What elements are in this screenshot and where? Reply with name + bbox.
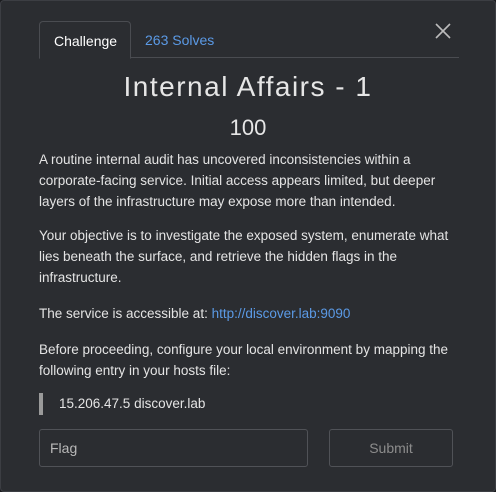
hosts-instruction: Before proceeding, configure your local … [39,342,448,378]
service-paragraph: The service is accessible at: http://dis… [39,303,459,324]
description-paragraph-2: Your objective is to investigate the exp… [39,228,449,285]
submit-button[interactable]: Submit [329,429,453,467]
hosts-entry-blockquote: 15.206.47.5 discover.lab [39,393,205,415]
challenge-tabs: Challenge 263 Solves [39,21,459,59]
challenge-points: 100 [229,115,267,140]
challenge-modal: Challenge 263 Solves Internal Affairs - … [0,0,496,492]
description-paragraph-1: A routine internal audit has uncovered i… [39,152,436,209]
tab-challenge[interactable]: Challenge [39,21,131,59]
service-label: The service is accessible at: [39,306,212,321]
challenge-title: Internal Affairs - 1 [123,71,373,102]
tab-solves[interactable]: 263 Solves [131,21,228,59]
service-link[interactable]: http://discover.lab:9090 [212,306,351,321]
flag-input[interactable] [39,429,308,467]
